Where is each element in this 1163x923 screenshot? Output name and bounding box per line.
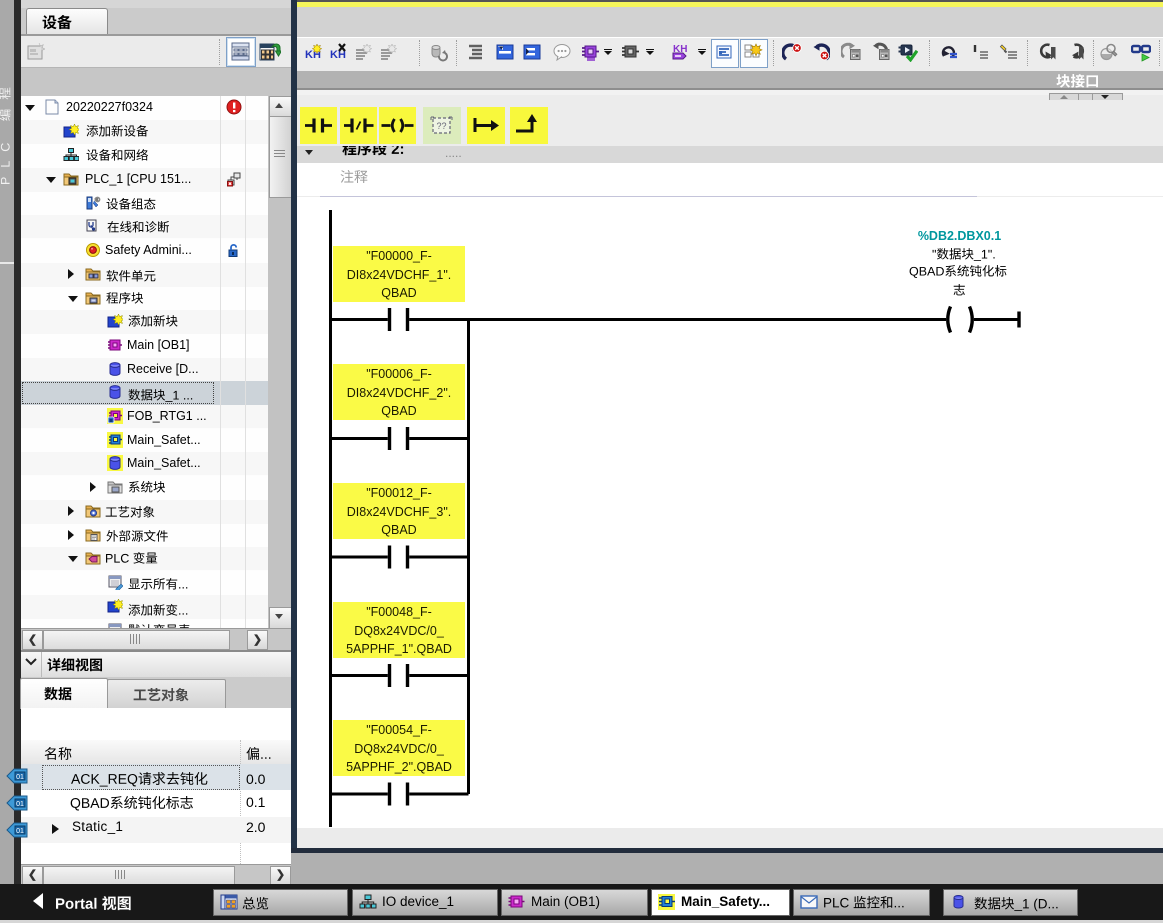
svg-text:01: 01 — [16, 774, 24, 781]
svg-text:01: 01 — [16, 828, 24, 835]
svg-text:K: K — [305, 49, 313, 61]
svg-text:??: ?? — [436, 121, 446, 131]
svg-text:K: K — [330, 49, 338, 61]
svg-text:01: 01 — [16, 801, 24, 808]
